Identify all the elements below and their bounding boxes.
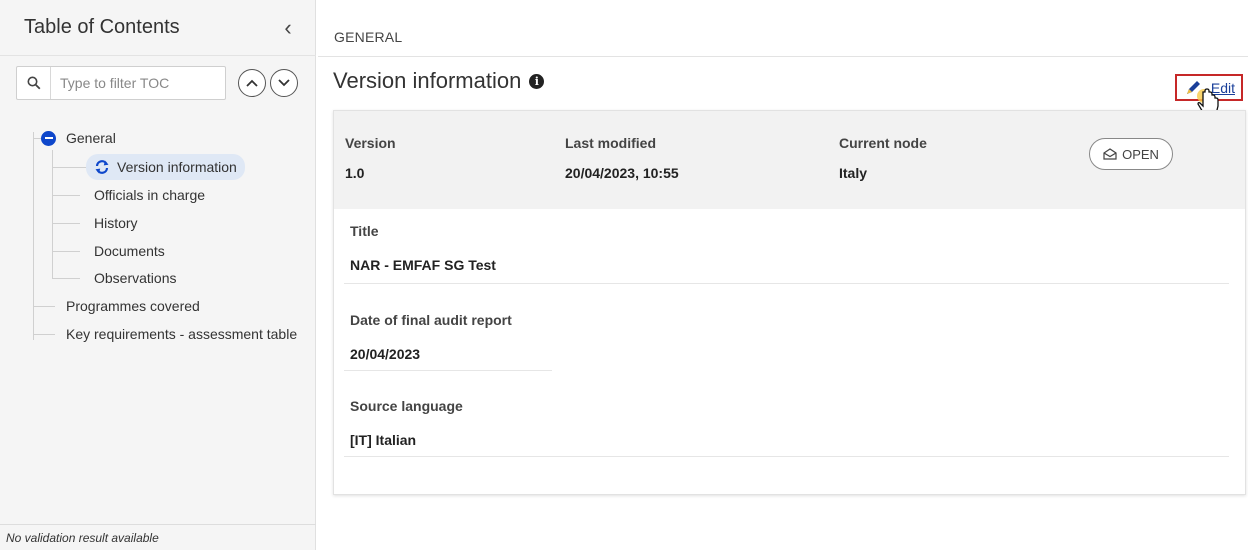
toc-title: Table of Contents [24, 16, 180, 38]
toc-item-label: Version information [117, 159, 237, 175]
toc-active-item[interactable]: Version information [86, 154, 245, 180]
current-node-field: Current node Italy [839, 135, 927, 181]
envelope-open-icon [1103, 148, 1117, 160]
version-info-card: Version 1.0 Last modified 20/04/2023, 10… [333, 110, 1246, 495]
toc-header: Table of Contents ‹ [0, 0, 316, 56]
toc-filter-row [16, 66, 316, 100]
tree-connector [52, 150, 53, 278]
toc-filter-box [16, 66, 226, 100]
sync-icon [94, 159, 110, 175]
field-divider [344, 283, 1229, 284]
header-divider [318, 56, 1248, 57]
tree-connector [33, 334, 55, 335]
toc-sidebar: Table of Contents ‹ General [0, 0, 316, 550]
page-title-text: Version information [333, 68, 522, 93]
tree-connector [52, 223, 80, 224]
source-language-label: Source language [350, 398, 463, 414]
toc-item-label: General [66, 130, 116, 146]
last-modified-value: 20/04/2023, 10:55 [565, 165, 679, 181]
summary-band: Version 1.0 Last modified 20/04/2023, 10… [334, 111, 1245, 209]
toc-item-label: Documents [94, 243, 165, 259]
toc-item-general[interactable]: General [41, 126, 116, 150]
tree-connector [52, 278, 80, 279]
last-modified-field: Last modified 20/04/2023, 10:55 [565, 135, 679, 181]
chevron-left-icon[interactable]: ‹ [278, 16, 298, 39]
tree-connector [33, 306, 55, 307]
field-divider [344, 370, 552, 371]
status-badge: OPEN [1089, 138, 1173, 170]
tree-connector [33, 138, 41, 139]
date-final-audit-field: Date of final audit report 20/04/2023 [350, 312, 512, 362]
version-label: Version [345, 135, 396, 151]
toc-item-observations[interactable]: Observations [94, 266, 176, 290]
source-language-field: Source language [IT] Italian [350, 398, 463, 448]
last-modified-label: Last modified [565, 135, 657, 151]
toc-item-key-requirements[interactable]: Key requirements - assessment table [66, 322, 297, 346]
toc-item-documents[interactable]: Documents [94, 239, 165, 263]
info-icon[interactable]: i [529, 73, 545, 89]
status-badge-label: OPEN [1122, 146, 1159, 162]
validation-status: No validation result available [0, 524, 316, 550]
title-field: Title NAR - EMFAF SG Test [350, 223, 496, 273]
chevron-up-icon[interactable] [238, 69, 266, 97]
current-node-value: Italy [839, 165, 868, 181]
toc-item-officials-in-charge[interactable]: Officials in charge [94, 183, 205, 207]
title-label: Title [350, 223, 379, 239]
toc-item-label: History [94, 215, 138, 231]
page-title: Version information i [333, 68, 545, 94]
collapse-minus-icon[interactable] [41, 130, 56, 146]
version-value: 1.0 [345, 165, 365, 181]
toc-item-label: Observations [94, 270, 177, 286]
tree-connector [52, 195, 80, 196]
version-field: Version 1.0 [345, 135, 396, 181]
toc-item-label: Programmes covered [66, 298, 200, 314]
source-language-value: [IT] Italian [350, 432, 417, 448]
toc-item-version-information[interactable]: Version information [86, 154, 245, 180]
toc-item-label: Officials in charge [94, 187, 206, 203]
search-icon [17, 67, 51, 99]
toc-item-history[interactable]: History [94, 211, 138, 235]
toc-item-label: Key requirements - assessment table [66, 326, 298, 342]
toc-filter-input[interactable] [51, 68, 221, 98]
tree-connector [33, 132, 34, 340]
date-final-audit-label: Date of final audit report [350, 312, 512, 328]
current-node-label: Current node [839, 135, 927, 151]
toc-item-programmes-covered[interactable]: Programmes covered [66, 294, 200, 318]
tree-connector [52, 167, 86, 168]
tree-connector [52, 251, 80, 252]
chevron-down-icon[interactable] [270, 69, 298, 97]
breadcrumb: GENERAL [334, 29, 403, 45]
field-divider [344, 456, 1229, 457]
date-final-audit-value: 20/04/2023 [350, 346, 421, 362]
title-value: NAR - EMFAF SG Test [350, 257, 496, 273]
